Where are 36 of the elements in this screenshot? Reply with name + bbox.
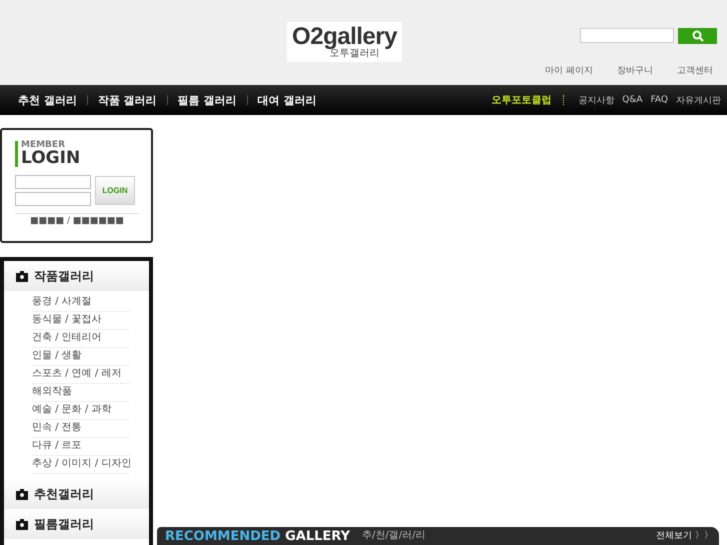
camera-icon xyxy=(16,270,28,282)
login-links[interactable]: ■■■■ / ■■■■■■ xyxy=(15,213,139,226)
sidebar-item[interactable]: 예술 / 문화 / 과학 xyxy=(32,402,129,420)
top-link[interactable]: 고객센터 xyxy=(677,64,713,77)
sidebar-item[interactable]: 건축 / 인테리어 xyxy=(32,330,129,348)
nav-link[interactable]: 공지사항 xyxy=(578,94,614,106)
search-field[interactable] xyxy=(580,28,674,43)
sidebar-item[interactable]: 해외작품 xyxy=(32,384,129,402)
nav-link[interactable]: FAQ xyxy=(650,95,668,105)
nav-link[interactable]: 필름 갤러리 xyxy=(178,92,237,108)
top-link[interactable]: 마이 페이지 xyxy=(545,64,593,77)
sidebar-item[interactable]: 스포츠 / 연예 / 레저 xyxy=(32,366,129,384)
sidebar-item[interactable]: 풍경 / 사계절 xyxy=(32,294,129,312)
sidebar-item[interactable]: 추상 / 이미지 / 디자인 xyxy=(32,456,129,474)
section-subtitle: 추/천/갤/러/리 xyxy=(362,531,426,541)
section-title: RECOMMENDED GALLERY xyxy=(165,530,350,542)
logo[interactable]: O2gallery 오투갤러리 xyxy=(287,22,402,62)
sidebar-item[interactable]: 민속 / 전통 xyxy=(32,420,129,438)
nav-link[interactable]: 오투포토클럽 xyxy=(491,93,552,107)
login-title: MEMBER LOGIN xyxy=(15,141,80,167)
camera-icon xyxy=(16,488,28,500)
sidebar-item[interactable]: 인물 / 생활 xyxy=(32,348,129,366)
camera-icon xyxy=(16,518,28,530)
nav-link[interactable]: 자유게시판 xyxy=(676,94,721,106)
nav-link[interactable]: 작품 갤러리 xyxy=(98,92,157,108)
search-icon xyxy=(692,30,704,42)
top-link[interactable]: 장바구니 xyxy=(617,64,653,77)
nav-link[interactable]: Q&A xyxy=(622,95,643,105)
nav-link[interactable]: 추천 갤러리 xyxy=(18,92,77,108)
view-all-link[interactable]: 전체보기 〉〉 xyxy=(656,532,713,540)
nav-link[interactable]: 대여 갤러리 xyxy=(258,92,316,108)
id-field[interactable] xyxy=(15,175,91,189)
search-button[interactable] xyxy=(678,28,717,44)
sidebar-item[interactable]: 동식물 / 꽃접사 xyxy=(32,312,129,330)
sidebar-item[interactable]: 다큐 / 르포 xyxy=(32,438,129,456)
password-field[interactable] xyxy=(15,192,91,206)
